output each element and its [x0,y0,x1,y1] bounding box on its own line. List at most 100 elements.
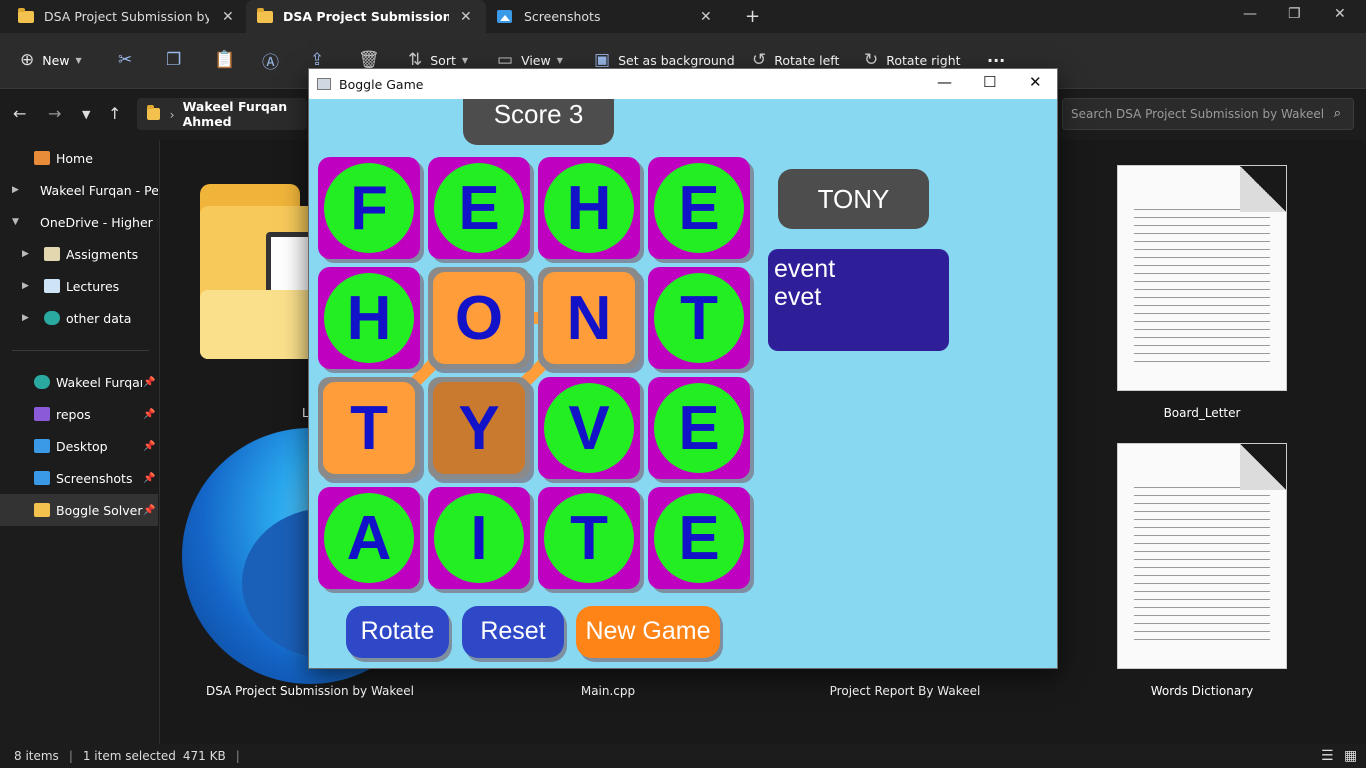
search-icon: ⌕ [1333,106,1341,121]
collapse-chevron-icon[interactable]: ▼ [12,217,19,227]
sidebar-item-boggle-solver[interactable]: Boggle Solver SD 📌 [0,494,158,526]
board-tile[interactable]: E [648,157,750,259]
board-tile[interactable]: T [648,267,750,369]
reset-button[interactable]: Reset [462,606,564,658]
forward-arrow-icon[interactable]: → [48,104,61,123]
sidebar-item-assigments[interactable]: ▶ Assigments [0,238,158,270]
breadcrumb[interactable]: › Wakeel Furqan Ahmed [137,98,307,130]
close-tab-icon[interactable]: ✕ [700,9,712,25]
board-tile[interactable]: O [428,267,530,369]
file-label[interactable]: Project Report By Wakeel [785,684,1025,698]
tile-letter: A [346,503,392,573]
sidebar-item-label: Lectures [66,278,120,294]
person-icon [44,311,60,325]
board-tile[interactable]: H [538,157,640,259]
close-tab-icon[interactable]: ✕ [460,9,472,25]
tile-face: I [434,493,524,583]
found-words-list: event evet [768,249,949,351]
search-input[interactable]: Search DSA Project Submission by Wakeel … [1062,98,1354,130]
expand-chevron-icon[interactable]: ▶ [12,185,19,195]
breadcrumb-item[interactable]: Wakeel Furqan Ahmed [183,99,307,129]
tab-dsa-2[interactable]: DSA Project Submission by W ✕ [246,0,486,33]
sort-icon: ⇅ [408,50,423,70]
sidebar-item-user-folder[interactable]: Wakeel Furqan A 📌 [0,366,158,398]
tile-letter: Y [458,393,500,463]
sidebar-item-home[interactable]: Home [0,142,158,174]
close-tab-icon[interactable]: ✕ [222,9,234,25]
sidebar-item-desktop[interactable]: Desktop 📌 [0,430,158,462]
file-label[interactable]: Main.cpp [488,684,728,698]
maximize-icon[interactable]: ☐ [983,73,996,91]
expand-chevron-icon[interactable]: ▶ [22,249,29,259]
sidebar-item-onedrive-edu[interactable]: ▼ OneDrive - Higher E [0,206,158,238]
up-arrow-icon[interactable]: ↑ [108,104,121,123]
sidebar-item-screenshots[interactable]: Screenshots 📌 [0,462,158,494]
sidebar-item-label: other data [66,310,132,326]
back-arrow-icon[interactable]: ← [13,104,26,123]
text-document-icon[interactable] [1118,166,1286,390]
pin-icon: 📌 [143,376,156,388]
board-tile[interactable]: N [538,267,640,369]
board-tile[interactable]: E [428,157,530,259]
pin-icon: 📌 [143,504,156,516]
sidebar-item-lectures[interactable]: ▶ Lectures [0,270,158,302]
desktop-icon [34,439,50,453]
sidebar-item-onedrive-personal[interactable]: ▶ Wakeel Furqan - Pe [0,174,158,206]
minimize-icon[interactable]: — [1243,6,1257,22]
tile-face: E [654,493,744,583]
window-title: Boggle Game [339,76,424,92]
tab-label: Screenshots [524,9,601,24]
plus-circle-icon: ⊕ [20,50,35,70]
copy-button[interactable]: ❐ [166,33,189,87]
board-tile[interactable]: T [538,487,640,589]
image-icon [497,10,512,23]
sidebar-item-repos[interactable]: repos 📌 [0,398,158,430]
sidebar-item-label: Desktop [56,438,108,454]
recent-chevron-icon[interactable]: ▼ [82,108,90,121]
file-label[interactable]: Words Dictionary [1082,684,1322,698]
status-divider: | [235,749,240,763]
details-view-icon[interactable]: ☰ [1321,748,1334,764]
restore-icon[interactable]: ❐ [1288,6,1301,22]
chevron-down-icon: ▼ [75,55,82,65]
file-label[interactable]: Board_Letter [1082,406,1322,420]
expand-chevron-icon[interactable]: ▶ [22,281,29,291]
board-tile[interactable]: V [538,377,640,479]
board-tile[interactable]: H [318,267,420,369]
close-window-icon[interactable]: ✕ [1334,6,1346,22]
board-tile[interactable]: E [648,377,750,479]
tile-letter: N [566,283,612,353]
board-tile[interactable]: E [648,487,750,589]
found-word: evet [774,283,822,311]
board-tile[interactable]: I [428,487,530,589]
text-document-icon[interactable] [1118,444,1286,668]
tab-screenshots[interactable]: Screenshots ✕ [486,0,726,33]
cut-button[interactable]: ✂ [118,33,140,87]
tile-letter: E [678,393,720,463]
board-tile[interactable]: F [318,157,420,259]
board-tile[interactable]: Y [428,377,530,479]
sidebar-item-other-data[interactable]: ▶ other data [0,302,158,334]
new-game-button[interactable]: New Game [576,606,720,658]
rotate-button[interactable]: Rotate [346,606,449,658]
visual-studio-icon [34,407,50,421]
window-title-bar[interactable]: Boggle Game — ☐ ✕ [309,69,1057,99]
new-button[interactable]: ⊕ New ▼ [20,33,82,87]
board-tile[interactable]: A [318,487,420,589]
folder-icon [18,7,34,23]
file-label[interactable]: DSA Project Submission by Wakeel [190,684,430,698]
tile-letter: O [454,283,504,353]
tile-face: T [654,273,744,363]
minimize-icon[interactable]: — [937,73,952,91]
tab-dsa-1[interactable]: DSA Project Submission by Wa ✕ [0,0,246,33]
close-icon[interactable]: ✕ [1029,73,1042,91]
rename-button[interactable]: Ⓐ [262,33,287,87]
tile-face: F [324,163,414,253]
paste-button[interactable]: 📋 [214,33,243,87]
new-tab-button[interactable]: + [745,0,760,33]
tab-label: DSA Project Submission by Wa [44,9,209,24]
board-tile[interactable]: T [318,377,420,479]
tiles-view-icon[interactable]: ▦ [1344,748,1357,764]
app-icon [317,78,331,90]
expand-chevron-icon[interactable]: ▶ [22,313,29,323]
